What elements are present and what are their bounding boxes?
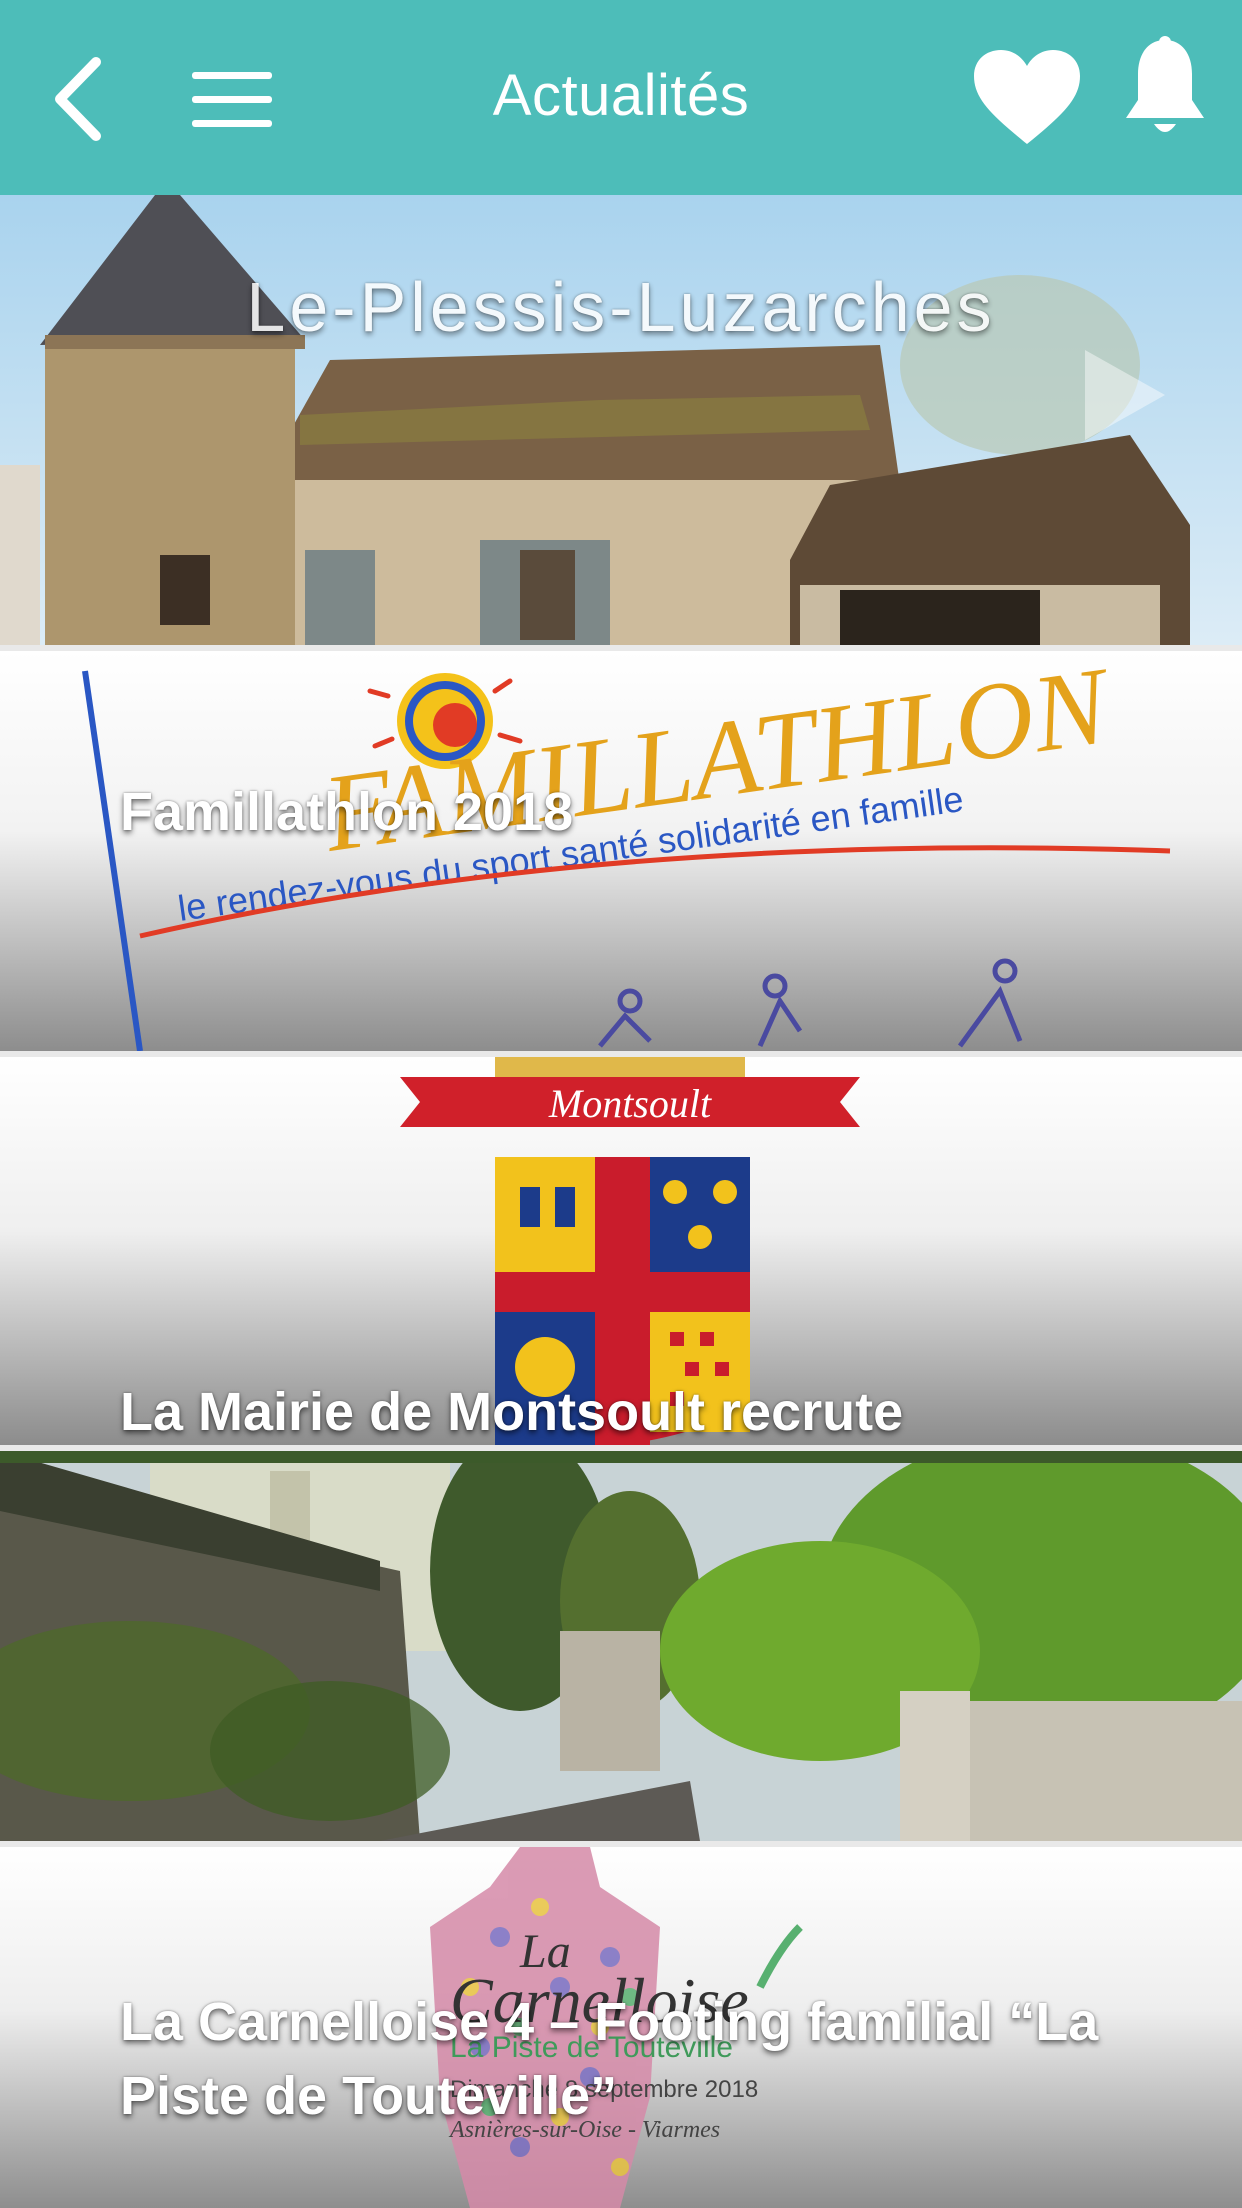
village-tower-photo [0,195,1242,645]
news-card[interactable]: FAMILLATHLON le rendez-vous du sport san… [0,651,1242,1051]
heart-icon [974,50,1080,144]
bell-icon [1126,36,1204,132]
village-street-photo [0,1451,1242,1841]
card-title: La Mairie de Montsoult recrute [120,1382,904,1442]
notifications-button[interactable] [1118,34,1212,144]
famillathlon-logo: FAMILLATHLON le rendez-vous du sport san… [0,651,1242,1051]
news-feed: Le-Plessis-Luzarches FAMILLATHLON le ren… [0,195,1242,2208]
card-title: Le-Plessis-Luzarches [246,268,996,346]
favorites-button[interactable] [970,48,1084,148]
news-card[interactable] [0,1451,1242,1841]
play-icon [1085,350,1165,440]
card-title: Famillathlon 2018 [120,782,574,842]
news-card[interactable]: Le-Plessis-Luzarches [0,195,1242,645]
card-title: La Carnelloise 4 – Footing familial “La … [120,1992,1099,2126]
app-header: Actualités [0,0,1242,195]
svg-text:Montsoult: Montsoult [548,1081,712,1126]
